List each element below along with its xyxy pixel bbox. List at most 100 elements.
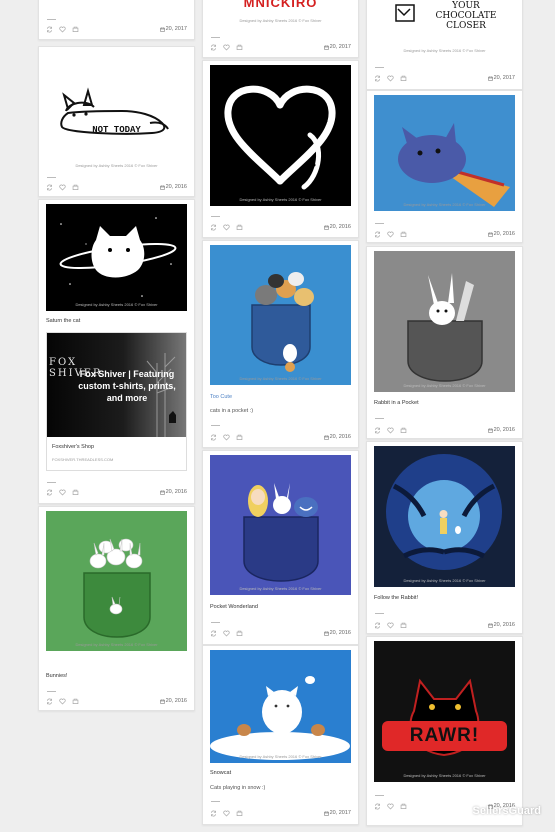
comment-icon[interactable] <box>236 630 243 637</box>
comment-icon[interactable] <box>400 75 407 82</box>
comment-icon[interactable] <box>72 26 79 33</box>
post-image[interactable]: Designed by Ashby Sheets 2016 © Fox Shiv… <box>210 455 351 595</box>
like-icon[interactable] <box>223 810 230 817</box>
post-image[interactable]: RAWR! Designed by Ashby Sheets 2016 © Fo… <box>374 641 515 782</box>
share-icon[interactable] <box>46 184 53 191</box>
like-icon[interactable] <box>59 26 66 33</box>
post-date: 20, 2016 <box>329 630 351 636</box>
rawr-cat-illustration <box>382 678 507 757</box>
like-icon[interactable] <box>387 803 394 810</box>
post-card[interactable]: NOT TODAY Designed by Ashby Sheets 2016 … <box>38 46 195 197</box>
rabbit-pocket-illustration <box>407 273 483 382</box>
like-icon[interactable] <box>223 630 230 637</box>
like-icon[interactable] <box>387 427 394 434</box>
comment-icon[interactable] <box>72 184 79 191</box>
post-card[interactable]: Designed by Ashby Sheets 2016 © Fox Shiv… <box>202 60 359 238</box>
like-icon[interactable] <box>59 489 66 496</box>
post-title[interactable]: Rabbit in a Pocket <box>374 400 419 406</box>
post-image[interactable]: NOT TODAY Designed by Ashby Sheets 2016 … <box>46 53 187 172</box>
calendar-icon <box>160 699 165 704</box>
like-icon[interactable] <box>223 44 230 51</box>
like-icon[interactable] <box>223 434 230 441</box>
share-icon[interactable] <box>374 622 381 629</box>
share-icon[interactable] <box>210 810 217 817</box>
calendar-icon <box>324 225 329 230</box>
share-icon[interactable] <box>374 231 381 238</box>
like-icon[interactable] <box>387 231 394 238</box>
comment-icon[interactable] <box>236 434 243 441</box>
post-title[interactable]: Saturn the cat <box>46 318 80 324</box>
post-card[interactable]: Designed by Ashby Sheets 2016 © Fox Shiv… <box>366 441 523 634</box>
comment-icon[interactable] <box>400 803 407 810</box>
post-image[interactable]: MNICKIRO Designed by Ashby Sheets 2016 ©… <box>210 0 351 25</box>
post-image[interactable]: Designed by Ashby Sheets 2016 © Fox Shiv… <box>210 245 351 385</box>
share-icon[interactable] <box>210 630 217 637</box>
post-title[interactable]: Snowcat <box>210 770 231 776</box>
post-card[interactable]: RAWR! Designed by Ashby Sheets 2016 © Fo… <box>366 636 523 826</box>
comment-icon[interactable] <box>236 810 243 817</box>
card-footer: 20, 2016 <box>374 427 515 437</box>
post-title[interactable]: Bunnies! <box>46 673 67 679</box>
ad-card[interactable]: FOX SHIVER Fox Shiver | Featuring custom… <box>46 332 187 471</box>
comment-icon[interactable] <box>72 698 79 705</box>
comment-icon[interactable] <box>400 622 407 629</box>
post-card[interactable]: Designed by Ashby Sheets 2016 © Fox Shiv… <box>38 199 195 504</box>
share-icon[interactable] <box>46 698 53 705</box>
divider <box>47 19 56 20</box>
post-title[interactable]: Follow the Rabbit! <box>374 595 418 601</box>
cat-pizza-illustration <box>398 123 510 207</box>
post-card[interactable]: Designed by Ashby Sheets 2016 © Fox Shiv… <box>202 240 359 448</box>
post-card[interactable]: Designed by Ashby Sheets 2016 © Fox Shiv… <box>366 90 523 243</box>
share-icon[interactable] <box>374 75 381 82</box>
post-date: 20, 2016 <box>165 489 187 495</box>
divider <box>375 67 384 68</box>
post-image[interactable]: Designed by Ashby Sheets 2016 © Fox Shiv… <box>46 204 187 311</box>
calendar-icon <box>488 623 493 628</box>
post-card[interactable]: MNICKIRO Designed by Ashby Sheets 2016 ©… <box>202 0 359 58</box>
share-icon[interactable] <box>46 489 53 496</box>
card-footer: 20, 2016 <box>210 224 351 234</box>
post-card[interactable]: YOUR CHOCOLATE CLOSER Designed by Ashby … <box>366 0 523 90</box>
like-icon[interactable] <box>59 698 66 705</box>
divider <box>211 801 220 802</box>
image-credit: Designed by Ashby Sheets 2016 © Fox Shiv… <box>403 202 486 207</box>
comment-icon[interactable] <box>236 224 243 231</box>
comment-icon[interactable] <box>72 489 79 496</box>
comment-icon[interactable] <box>236 44 243 51</box>
comment-icon[interactable] <box>400 231 407 238</box>
post-title[interactable]: Too Cute <box>210 394 232 400</box>
post-image[interactable]: YOUR CHOCOLATE CLOSER Designed by Ashby … <box>374 0 515 57</box>
like-icon[interactable] <box>387 75 394 82</box>
share-icon[interactable] <box>210 44 217 51</box>
like-icon[interactable] <box>387 622 394 629</box>
comment-icon[interactable] <box>400 427 407 434</box>
post-card[interactable]: 20, 2017 <box>38 0 195 40</box>
post-image[interactable]: Designed by Ashby Sheets 2016 © Fox Shiv… <box>374 95 515 211</box>
post-image[interactable]: Designed by Ashby Sheets 2016 © Fox Shiv… <box>374 251 515 392</box>
share-icon[interactable] <box>374 803 381 810</box>
ad-url[interactable]: FOXSHIVER.THREADLESS.COM <box>52 457 113 462</box>
like-icon[interactable] <box>223 224 230 231</box>
watermark: SellersGuard <box>450 804 541 818</box>
calendar-icon <box>488 76 493 81</box>
post-card[interactable]: Designed by Ashby Sheets 2016 © Fox Shiv… <box>38 506 195 711</box>
ad-title[interactable]: Foxshiver's Shop <box>52 444 94 450</box>
post-image[interactable]: Designed by Ashby Sheets 2016 © Fox Shiv… <box>374 446 515 587</box>
card-footer: 20, 2016 <box>46 489 187 499</box>
post-title[interactable]: Pocket Wonderland <box>210 604 258 610</box>
post-image[interactable]: Designed by Ashby Sheets 2016 © Fox Shiv… <box>46 511 187 651</box>
divider <box>47 177 56 178</box>
divider <box>211 216 220 217</box>
post-card[interactable]: Designed by Ashby Sheets 2016 © Fox Shiv… <box>202 645 359 825</box>
share-icon[interactable] <box>46 26 53 33</box>
post-card[interactable]: Designed by Ashby Sheets 2016 © Fox Shiv… <box>366 246 523 439</box>
share-icon[interactable] <box>210 224 217 231</box>
post-image[interactable]: Designed by Ashby Sheets 2016 © Fox Shiv… <box>210 65 351 206</box>
share-icon[interactable] <box>374 427 381 434</box>
post-card[interactable]: Designed by Ashby Sheets 2016 © Fox Shiv… <box>202 450 359 645</box>
like-icon[interactable] <box>59 184 66 191</box>
post-date: 20, 2017 <box>165 26 187 32</box>
ad-image[interactable]: FOX SHIVER Fox Shiver | Featuring custom… <box>47 333 186 437</box>
share-icon[interactable] <box>210 434 217 441</box>
post-image[interactable]: Designed by Ashby Sheets 2016 © Fox Shiv… <box>210 650 351 763</box>
